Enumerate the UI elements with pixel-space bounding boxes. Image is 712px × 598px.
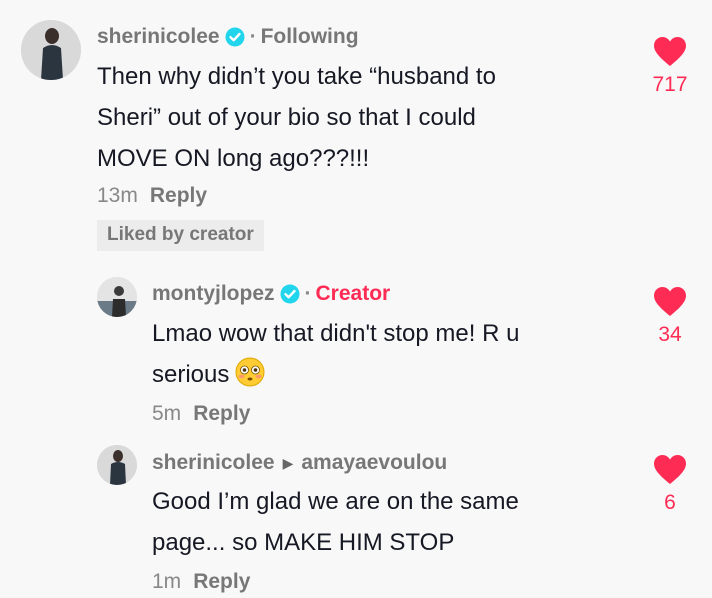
comment-username[interactable]: sherinicolee xyxy=(152,451,275,475)
avatar[interactable] xyxy=(97,277,137,317)
avatar[interactable] xyxy=(97,445,137,485)
like-button[interactable]: 717 xyxy=(645,36,695,97)
like-button[interactable]: 6 xyxy=(645,454,695,515)
comment-username[interactable]: montyjlopez xyxy=(152,282,275,306)
separator-dot: · xyxy=(304,282,312,305)
liked-by-creator-badge: Liked by creator xyxy=(97,220,264,251)
like-count: 6 xyxy=(664,491,676,514)
reply-button[interactable]: Reply xyxy=(150,184,207,208)
like-count: 717 xyxy=(652,73,688,96)
comment-username[interactable]: sherinicolee xyxy=(97,25,220,49)
separator-dot: · xyxy=(249,25,257,48)
following-label: Following xyxy=(260,25,359,48)
heart-icon xyxy=(654,287,686,316)
heart-icon xyxy=(654,37,686,66)
comment-text: Lmao wow that didn't stop me! R u seriou… xyxy=(152,320,520,388)
verified-badge-icon xyxy=(280,284,300,304)
avatar[interactable] xyxy=(21,20,81,80)
comment-text: Good I’m glad we are on the same page...… xyxy=(152,488,519,556)
reply-to-username[interactable]: amayaevoulou xyxy=(301,451,447,475)
like-button[interactable]: 34 xyxy=(645,286,695,347)
avatar-image-icon xyxy=(21,20,81,80)
comment-time: 13m xyxy=(97,184,138,207)
flushed-face-emoji-icon xyxy=(235,357,265,387)
verified-badge-icon xyxy=(225,27,245,47)
comment-time: 5m xyxy=(152,402,182,425)
reply-arrow-icon: ▶ xyxy=(282,454,294,471)
heart-icon xyxy=(654,455,686,484)
comment-time: 1m xyxy=(152,570,182,593)
avatar-image-icon xyxy=(97,277,137,317)
comment-text: Then why didn’t you take “husband to She… xyxy=(97,63,496,172)
like-count: 34 xyxy=(658,323,682,346)
reply-button[interactable]: Reply xyxy=(193,570,250,594)
creator-label: Creator xyxy=(315,282,391,305)
reply-button[interactable]: Reply xyxy=(193,402,250,426)
avatar-image-icon xyxy=(97,445,137,485)
